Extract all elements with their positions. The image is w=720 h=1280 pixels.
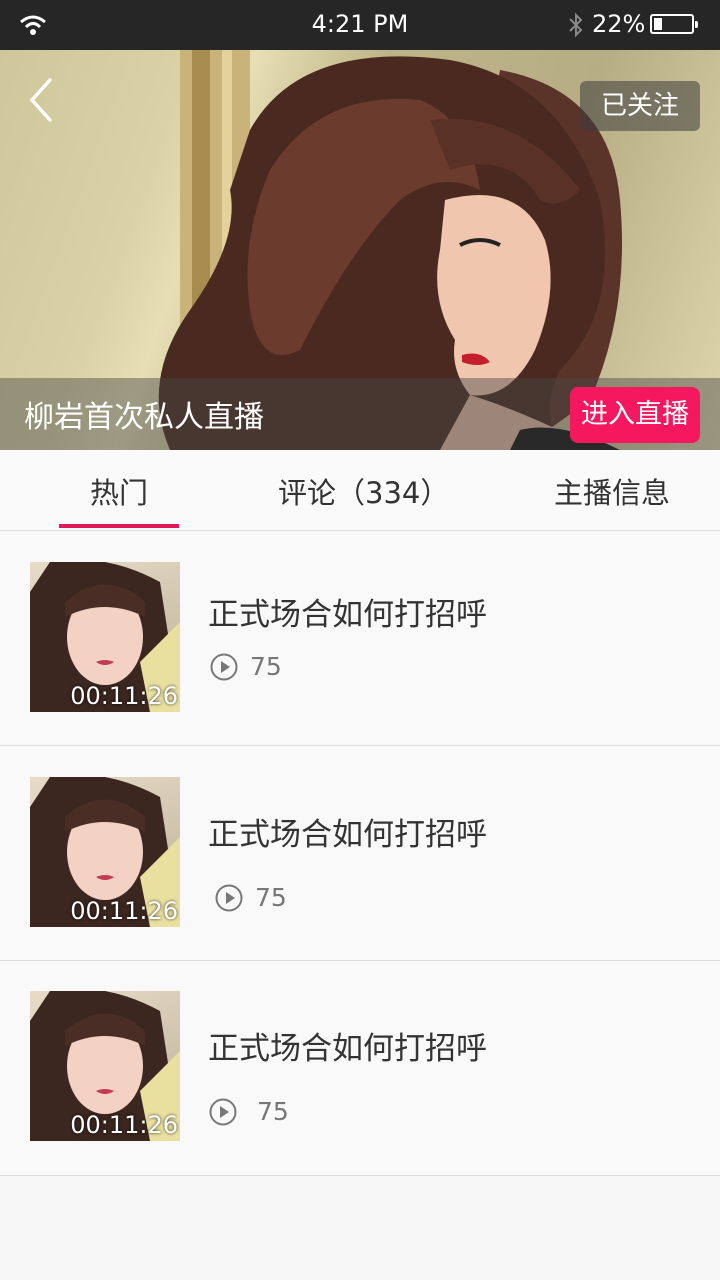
video-list-item[interactable]: 00:11:26 正式场合如何打招呼 75 <box>0 531 720 746</box>
play-icon <box>209 1098 237 1126</box>
video-duration: 00:11:26 <box>70 897 178 925</box>
status-bar: 4:21 PM 22% <box>0 0 720 50</box>
video-thumbnail[interactable]: 00:11:26 <box>30 991 180 1141</box>
video-duration: 00:11:26 <box>70 682 178 710</box>
video-thumbnail[interactable]: 00:11:26 <box>30 562 180 712</box>
video-list-item[interactable]: 00:11:26 正式场合如何打招呼 75 <box>0 746 720 961</box>
video-title: 正式场合如何打招呼 <box>208 817 487 853</box>
bluetooth-icon <box>569 12 583 38</box>
tab-bar: 热门 评论（334） 主播信息 <box>0 450 720 531</box>
video-title: 正式场合如何打招呼 <box>208 1031 487 1067</box>
play-count: 75 <box>255 883 287 912</box>
play-count: 75 <box>250 652 282 681</box>
enter-live-button[interactable]: 进入直播 <box>570 387 700 443</box>
tab-host-info[interactable]: 主播信息 <box>554 470 670 512</box>
live-title: 柳岩首次私人直播 <box>24 400 264 435</box>
video-duration: 00:11:26 <box>70 1111 178 1139</box>
battery-icon <box>650 14 698 34</box>
battery-percent: 22% <box>592 10 646 38</box>
video-list-item[interactable]: 00:11:26 正式场合如何打招呼 75 <box>0 961 720 1176</box>
tab-hot[interactable]: 热门 <box>90 470 148 512</box>
video-thumbnail[interactable]: 00:11:26 <box>30 777 180 927</box>
play-count: 75 <box>257 1097 289 1126</box>
active-tab-indicator <box>59 524 179 528</box>
back-arrow-icon[interactable] <box>22 74 62 126</box>
video-title: 正式场合如何打招呼 <box>208 597 487 633</box>
play-icon <box>210 653 238 681</box>
banner-caption-bar: 柳岩首次私人直播 进入直播 <box>0 378 720 450</box>
tab-comments[interactable]: 评论（334） <box>278 470 449 512</box>
play-icon <box>215 884 243 912</box>
live-banner[interactable]: 已关注 柳岩首次私人直播 进入直播 <box>0 50 720 450</box>
follow-button[interactable]: 已关注 <box>580 81 700 131</box>
